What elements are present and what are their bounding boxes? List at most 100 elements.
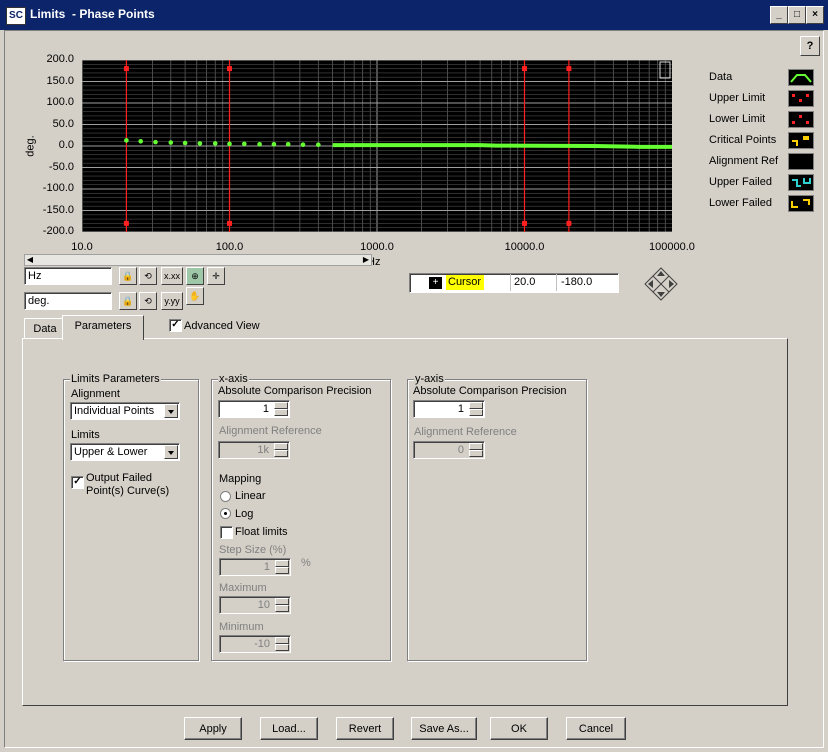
tab-parameters[interactable]: Parameters: [62, 315, 144, 340]
decrement-icon[interactable]: [274, 450, 288, 457]
pan-hand-icon[interactable]: ✋: [186, 287, 204, 305]
phase-plot[interactable]: [81, 59, 672, 233]
increment-icon[interactable]: [274, 443, 288, 450]
alignment-select-value: Individual Points: [74, 405, 155, 417]
minimum-input[interactable]: -10: [219, 635, 291, 653]
y-axis-group: [407, 379, 587, 661]
help-button[interactable]: ?: [800, 36, 820, 56]
step-size-value: 1: [263, 561, 270, 573]
ok-button[interactable]: OK: [490, 717, 548, 740]
legend-label: Upper Failed: [709, 176, 772, 188]
y-lock-icon[interactable]: 🔒: [119, 292, 137, 310]
x-scale-name-field[interactable]: Hz: [24, 267, 112, 285]
limit-point: [522, 220, 527, 226]
lower-limit-icon[interactable]: [788, 111, 814, 128]
critical-points-icon[interactable]: [788, 132, 814, 149]
decrement-icon[interactable]: [274, 409, 288, 416]
save-as-button[interactable]: Save As...: [411, 717, 477, 740]
limits-window: SC Limits - Phase Points _ □ × ? deg. 20…: [0, 0, 828, 752]
x-align-ref-input[interactable]: 1k: [218, 441, 290, 459]
legend-label: Critical Points: [709, 134, 777, 146]
upper-limit-icon[interactable]: [788, 90, 814, 107]
y-tick-label: -100.0: [42, 182, 74, 194]
y-align-ref-input[interactable]: 0: [413, 441, 485, 459]
load-button[interactable]: Load...: [260, 717, 318, 740]
float-limits-checkbox[interactable]: [220, 526, 233, 539]
cancel-button[interactable]: Cancel: [566, 717, 626, 740]
increment-icon[interactable]: [275, 637, 289, 644]
revert-button[interactable]: Revert: [336, 717, 394, 740]
advanced-view-checkbox[interactable]: ✓: [169, 319, 182, 332]
increment-icon[interactable]: [469, 402, 483, 409]
x-lock-icon[interactable]: 🔒: [119, 267, 137, 285]
lower-failed-icon[interactable]: [788, 195, 814, 212]
data-curve: [332, 143, 672, 149]
y-acp-label: Absolute Comparison Precision: [413, 385, 567, 397]
decrement-icon[interactable]: [275, 605, 289, 612]
log-radio[interactable]: [220, 508, 231, 519]
increment-icon[interactable]: [275, 598, 289, 605]
y-align-ref-label: Alignment Reference: [414, 426, 517, 438]
mapping-label: Mapping: [219, 473, 262, 485]
x-format-button[interactable]: x.xx: [161, 267, 183, 285]
y-tick-label: 50.0: [52, 117, 74, 130]
log-label: Log: [235, 508, 254, 520]
limits-label: Limits: [71, 429, 100, 441]
data-point: [257, 141, 262, 147]
decrement-icon[interactable]: [469, 450, 483, 457]
data-curve-icon[interactable]: [788, 69, 814, 86]
tab-data[interactable]: Data: [24, 318, 66, 339]
output-failed-checkbox[interactable]: ✓: [71, 476, 84, 489]
minimum-label: Minimum: [219, 621, 264, 633]
data-point: [124, 138, 129, 143]
close-button[interactable]: ×: [806, 6, 824, 24]
step-size-input[interactable]: 1: [219, 558, 291, 576]
plot-canvas: [81, 59, 672, 233]
limit-point: [123, 220, 129, 226]
output-failed-label-2: Point(s) Curve(s): [86, 485, 170, 497]
plot-scrollbar[interactable]: ◀ ▶: [24, 254, 372, 266]
app-icon: SC: [6, 7, 26, 25]
decrement-icon[interactable]: [275, 567, 289, 574]
cursor-mover-icon[interactable]: [644, 267, 678, 301]
maximum-input[interactable]: 10: [219, 596, 291, 614]
x-tick-label: 100.0: [215, 241, 244, 253]
window-title: Limits - Phase Points: [30, 7, 155, 21]
x-autoscale-icon[interactable]: ⟲: [139, 267, 157, 285]
apply-button[interactable]: Apply: [184, 717, 242, 740]
data-point: [212, 141, 218, 146]
scroll-left-icon[interactable]: ◀: [25, 255, 35, 265]
y-format-button[interactable]: y.yy: [161, 292, 183, 310]
chevron-down-icon[interactable]: [164, 404, 178, 418]
upper-failed-icon[interactable]: [788, 174, 814, 191]
alignment-ref-icon[interactable]: [788, 153, 814, 170]
x-align-ref-value: 1k: [257, 444, 269, 456]
increment-icon[interactable]: [469, 443, 483, 450]
minimize-button[interactable]: _: [770, 6, 788, 24]
limit-point: [123, 66, 129, 72]
maximize-button[interactable]: □: [788, 6, 806, 24]
cursor-y-value[interactable]: -180.0: [561, 275, 592, 290]
linear-label: Linear: [235, 490, 266, 502]
y-acp-input[interactable]: 1: [413, 400, 485, 418]
data-point: [153, 139, 158, 145]
zoom-icon[interactable]: ⊕: [186, 267, 204, 285]
linear-radio[interactable]: [220, 491, 231, 502]
cursor-x-value[interactable]: 20.0: [514, 275, 535, 290]
y-scale-name-field[interactable]: deg.: [24, 292, 112, 310]
cursor-tool-icon[interactable]: ✛: [207, 267, 225, 285]
increment-icon[interactable]: [275, 560, 289, 567]
data-point: [285, 141, 291, 147]
limits-select[interactable]: Upper & Lower: [70, 443, 180, 461]
x-acp-input[interactable]: 1: [218, 400, 290, 418]
scroll-right-icon[interactable]: ▶: [361, 255, 371, 265]
y-autoscale-icon[interactable]: ⟲: [139, 292, 157, 310]
decrement-icon[interactable]: [469, 409, 483, 416]
increment-icon[interactable]: [274, 402, 288, 409]
cursor-legend[interactable]: + Cursor 20.0 -180.0: [409, 273, 619, 293]
chevron-down-icon[interactable]: [164, 445, 178, 459]
alignment-select[interactable]: Individual Points: [70, 402, 180, 420]
cursor-style-icon[interactable]: +: [429, 277, 442, 289]
decrement-icon[interactable]: [275, 644, 289, 651]
title-bar[interactable]: SC Limits - Phase Points _ □ ×: [0, 0, 828, 30]
